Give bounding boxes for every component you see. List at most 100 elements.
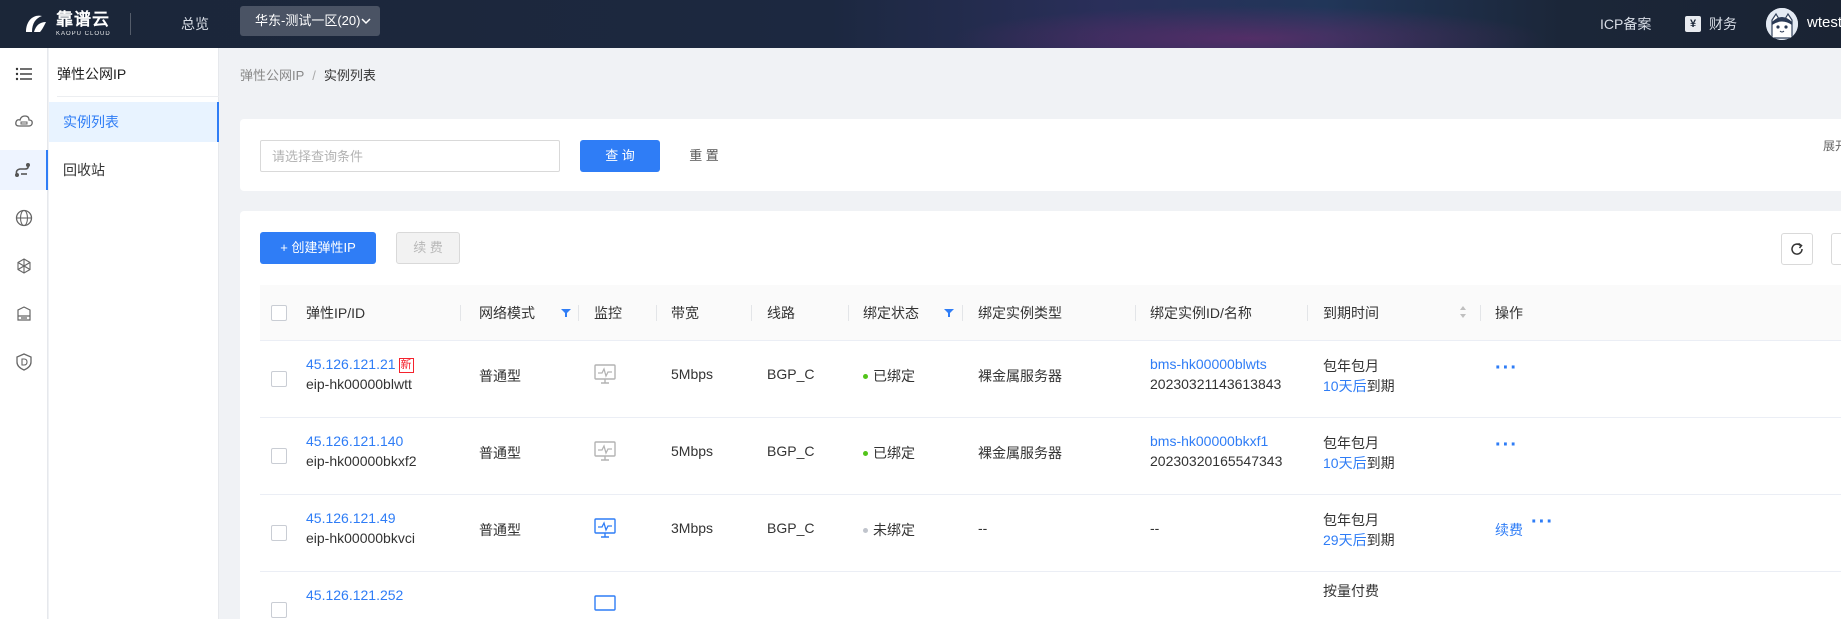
sidebar-item-instance-list[interactable]: 实例列表: [49, 102, 219, 142]
row-checkbox[interactable]: [271, 525, 287, 541]
column-header-bandwidth: 带宽: [671, 305, 699, 321]
status-dot: [863, 528, 868, 533]
eip-address-link[interactable]: 45.126.121.21: [306, 356, 396, 372]
sidebar: 弹性公网IP 实例列表 回收站: [49, 48, 219, 619]
bandwidth: 3Mbps: [671, 520, 714, 536]
security-shield-icon[interactable]: [0, 342, 48, 382]
breadcrumb: 弹性公网IP / 实例列表: [240, 65, 376, 84]
instance-name: 20230320165547343: [1150, 453, 1283, 469]
network-icon[interactable]: [0, 246, 48, 286]
billing-type: 包年包月: [1323, 435, 1379, 451]
instance-type: --: [978, 520, 988, 536]
instance-list-card: + 创建弹性IP 续 费 弹性IP/ID 网络模式 监控 带宽 线路 绑定状态 …: [240, 211, 1841, 619]
region-selector[interactable]: 华东-测试一区(20): [240, 6, 380, 36]
column-header-monitor: 监控: [594, 305, 622, 321]
expire-days: 29天后: [1323, 532, 1367, 548]
row-checkbox[interactable]: [271, 371, 287, 387]
expand-link[interactable]: 展开: [1823, 137, 1841, 154]
nav-overview-link[interactable]: 总览: [181, 14, 209, 34]
line: BGP_C: [767, 520, 815, 536]
breadcrumb-separator: /: [312, 68, 316, 83]
expire-suffix: 到期: [1366, 532, 1395, 548]
monitor-icon[interactable]: [594, 441, 616, 461]
avatar[interactable]: [1766, 8, 1798, 40]
list-icon[interactable]: [0, 54, 48, 94]
nav-finance-link[interactable]: ¥ 财务: [1685, 14, 1737, 34]
eip-id: eip-hk00000bkvci: [306, 530, 415, 546]
create-eip-button[interactable]: + 创建弹性IP: [260, 232, 376, 264]
more-actions-button[interactable]: ···: [1495, 357, 1518, 380]
column-header-bind-status: 绑定状态: [863, 305, 919, 321]
status-dot: [863, 451, 868, 456]
sort-icon[interactable]: [1459, 305, 1467, 319]
column-header-instance-type: 绑定实例类型: [978, 305, 1062, 321]
column-header-instance-id: 绑定实例ID/名称: [1150, 305, 1252, 321]
billing-type: 按量付费: [1323, 583, 1379, 599]
username[interactable]: wtest: [1807, 14, 1841, 31]
instance-id-link[interactable]: bms-hk00000bkxf1: [1150, 433, 1268, 449]
instance-type: 裸金属服务器: [978, 368, 1062, 384]
search-input[interactable]: [260, 140, 560, 172]
column-settings-button[interactable]: [1831, 233, 1841, 265]
query-button[interactable]: 查 询: [580, 140, 660, 172]
expire-suffix: 到期: [1366, 378, 1395, 394]
eip-address-link[interactable]: 45.126.121.49: [306, 510, 396, 526]
bandwidth: 5Mbps: [671, 443, 714, 459]
status-dot: [863, 374, 868, 379]
reset-button[interactable]: 重 置: [668, 140, 740, 172]
refresh-button[interactable]: [1781, 233, 1813, 265]
eip-id: eip-hk00000blwtt: [306, 376, 412, 392]
cloud-server-icon[interactable]: [0, 102, 48, 142]
monitor-icon[interactable]: [594, 364, 616, 384]
column-header-actions: 操作: [1495, 305, 1523, 321]
column-header-expire: 到期时间: [1323, 305, 1379, 321]
column-header-eip: 弹性IP/ID: [306, 305, 366, 321]
bind-status: 已绑定: [873, 445, 915, 461]
nav-icp-link[interactable]: ICP备案: [1600, 14, 1651, 34]
breadcrumb-parent[interactable]: 弹性公网IP: [240, 68, 304, 83]
table-header: 弹性IP/ID 网络模式 监控 带宽 线路 绑定状态 绑定实例类型 绑定实例ID…: [260, 285, 1841, 341]
top-nav-bar: 靠谱云 KAOPU CLOUD 总览 华东-测试一区(20) ICP备案 ¥ 财…: [0, 0, 1841, 48]
network-mode: 普通型: [479, 522, 521, 538]
renew-link[interactable]: 续费: [1495, 520, 1523, 540]
filter-icon[interactable]: [561, 308, 571, 318]
row-checkbox[interactable]: [271, 602, 287, 618]
bind-status: 已绑定: [873, 368, 915, 384]
logo[interactable]: 靠谱云 KAOPU CLOUD: [22, 7, 111, 41]
expire-days: 10天后: [1323, 378, 1367, 394]
more-actions-button[interactable]: ···: [1531, 511, 1554, 534]
sidebar-divider: [57, 96, 219, 97]
eip-address-link[interactable]: 45.126.121.140: [306, 433, 403, 449]
logo-mark-icon: [26, 15, 46, 32]
elastic-ip-icon[interactable]: [0, 150, 48, 190]
instance-id: --: [1150, 520, 1160, 536]
filter-panel: 查 询 重 置 展开: [240, 119, 1841, 191]
monitor-icon[interactable]: [594, 595, 616, 615]
network-mode: 普通型: [479, 368, 521, 384]
monitor-icon[interactable]: [594, 518, 616, 538]
eip-address-link[interactable]: 45.126.121.252: [306, 587, 403, 603]
breadcrumb-current: 实例列表: [323, 68, 376, 83]
logo-subtext: KAOPU CLOUD: [56, 31, 111, 37]
eip-id: eip-hk00000bkxf2: [306, 453, 417, 469]
select-all-checkbox[interactable]: [271, 305, 287, 321]
sidebar-item-recycle-bin[interactable]: 回收站: [49, 150, 219, 190]
new-badge: 新: [398, 358, 414, 373]
filter-icon[interactable]: [944, 308, 954, 318]
billing-type: 包年包月: [1323, 512, 1379, 528]
refresh-icon: [1791, 242, 1803, 255]
instance-name: 20230321143613843: [1150, 376, 1282, 392]
table-row: 45.126.121.49 eip-hk00000bkvci 普通型 3Mbps…: [260, 495, 1841, 572]
bind-status: 未绑定: [873, 522, 915, 538]
renew-button[interactable]: 续 费: [396, 232, 460, 264]
row-checkbox[interactable]: [271, 448, 287, 464]
globe-icon[interactable]: [0, 198, 48, 238]
yen-icon: ¥: [1685, 16, 1701, 32]
column-header-line: 线路: [767, 305, 795, 321]
header-glow: [900, 0, 1600, 48]
instance-id-link[interactable]: bms-hk00000blwts: [1150, 356, 1267, 372]
more-actions-button[interactable]: ···: [1495, 434, 1518, 457]
table-row: 45.126.121.252 按量付费: [260, 572, 1841, 619]
table-row: 45.126.121.140 eip-hk00000bkxf2 普通型 5Mbp…: [260, 418, 1841, 495]
storage-icon[interactable]: [0, 294, 48, 334]
